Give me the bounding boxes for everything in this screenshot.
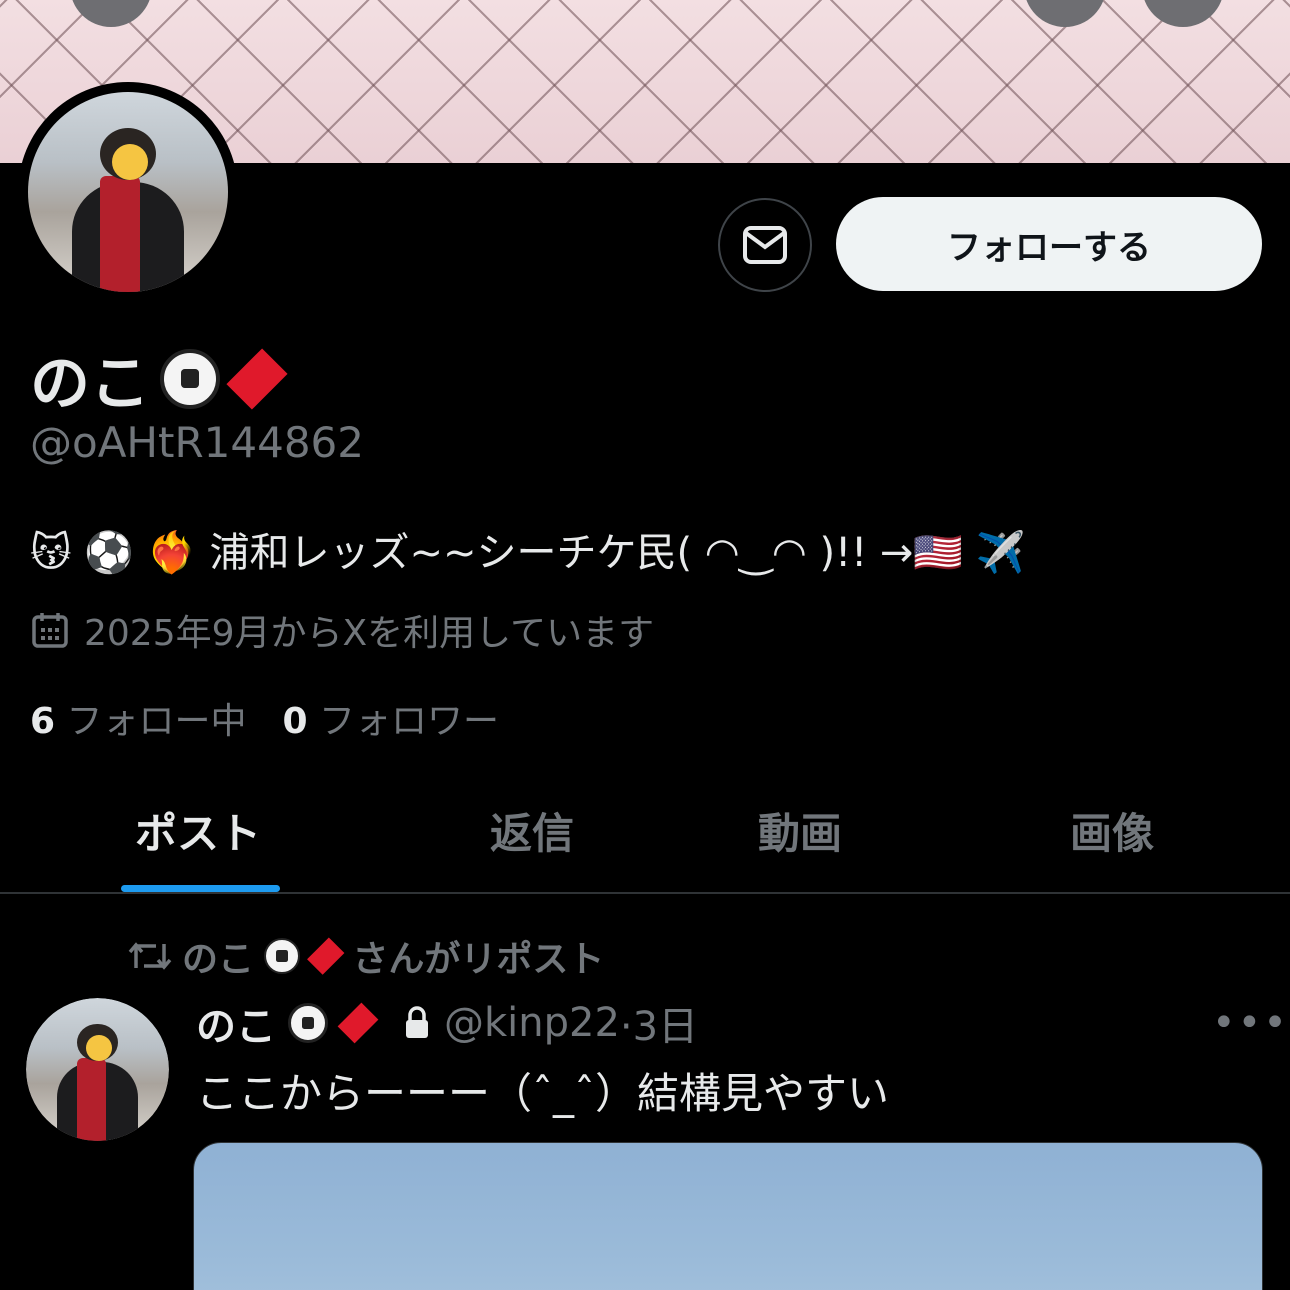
- tweet-author-handle[interactable]: @kinp22: [444, 1000, 620, 1046]
- followers-link[interactable]: 0 フォロワー: [283, 692, 500, 744]
- diamond-icon: [337, 1002, 379, 1044]
- soccer-ball-icon: [264, 938, 301, 974]
- soccer-ball-icon: [160, 348, 220, 409]
- profile-handle: @oAHtR144862: [30, 418, 364, 467]
- tweet-media-image[interactable]: [193, 1142, 1263, 1290]
- envelope-icon: [743, 226, 787, 264]
- tabs-divider: [0, 892, 1290, 894]
- calendar-icon: [32, 613, 68, 648]
- repost-icon: [128, 942, 172, 970]
- active-tab-indicator: [121, 885, 280, 892]
- diamond-icon: [307, 937, 345, 975]
- profile-tabs: ポスト 返信 動画 画像: [0, 780, 1290, 892]
- follow-button[interactable]: フォローする: [836, 197, 1262, 291]
- diamond-icon: [226, 347, 288, 410]
- follow-stats: 6 フォロー中 0 フォロワー: [30, 692, 499, 744]
- soccer-ball-icon: [288, 1003, 328, 1043]
- tab-videos[interactable]: 動画: [758, 800, 842, 861]
- following-link[interactable]: 6 フォロー中: [30, 692, 247, 744]
- tab-images[interactable]: 画像: [1070, 800, 1154, 861]
- display-name: のこ: [30, 335, 288, 422]
- more-icon[interactable]: •••: [1212, 1000, 1289, 1046]
- tweet-text: ここからーーー（ˆ_ˆ）結構見やすい: [196, 1069, 890, 1118]
- avatar-photo: [28, 92, 228, 292]
- tweet-avatar[interactable]: [26, 998, 169, 1141]
- avatar-photo: [26, 998, 169, 1141]
- profile-avatar[interactable]: [18, 82, 238, 302]
- message-button[interactable]: [718, 198, 812, 292]
- repost-context: のこ さんがリポスト: [128, 930, 604, 982]
- tab-replies[interactable]: 返信: [490, 800, 574, 861]
- joined-date: 2025年9月からXを利用しています: [30, 604, 654, 656]
- lock-icon: [406, 1006, 428, 1038]
- profile-bio: 😽 ⚽ ❤️‍🔥 浦和レッズ~~シーチケ民( ◠‿◠ )!! →🇺🇸 ✈️: [30, 530, 1026, 576]
- tweet-time[interactable]: ·3日: [620, 994, 698, 1052]
- tweet-author-name[interactable]: のこ: [196, 994, 276, 1052]
- tab-posts[interactable]: ポスト: [135, 800, 261, 861]
- tweet-header: のこ @kinp22 ·3日: [196, 994, 698, 1052]
